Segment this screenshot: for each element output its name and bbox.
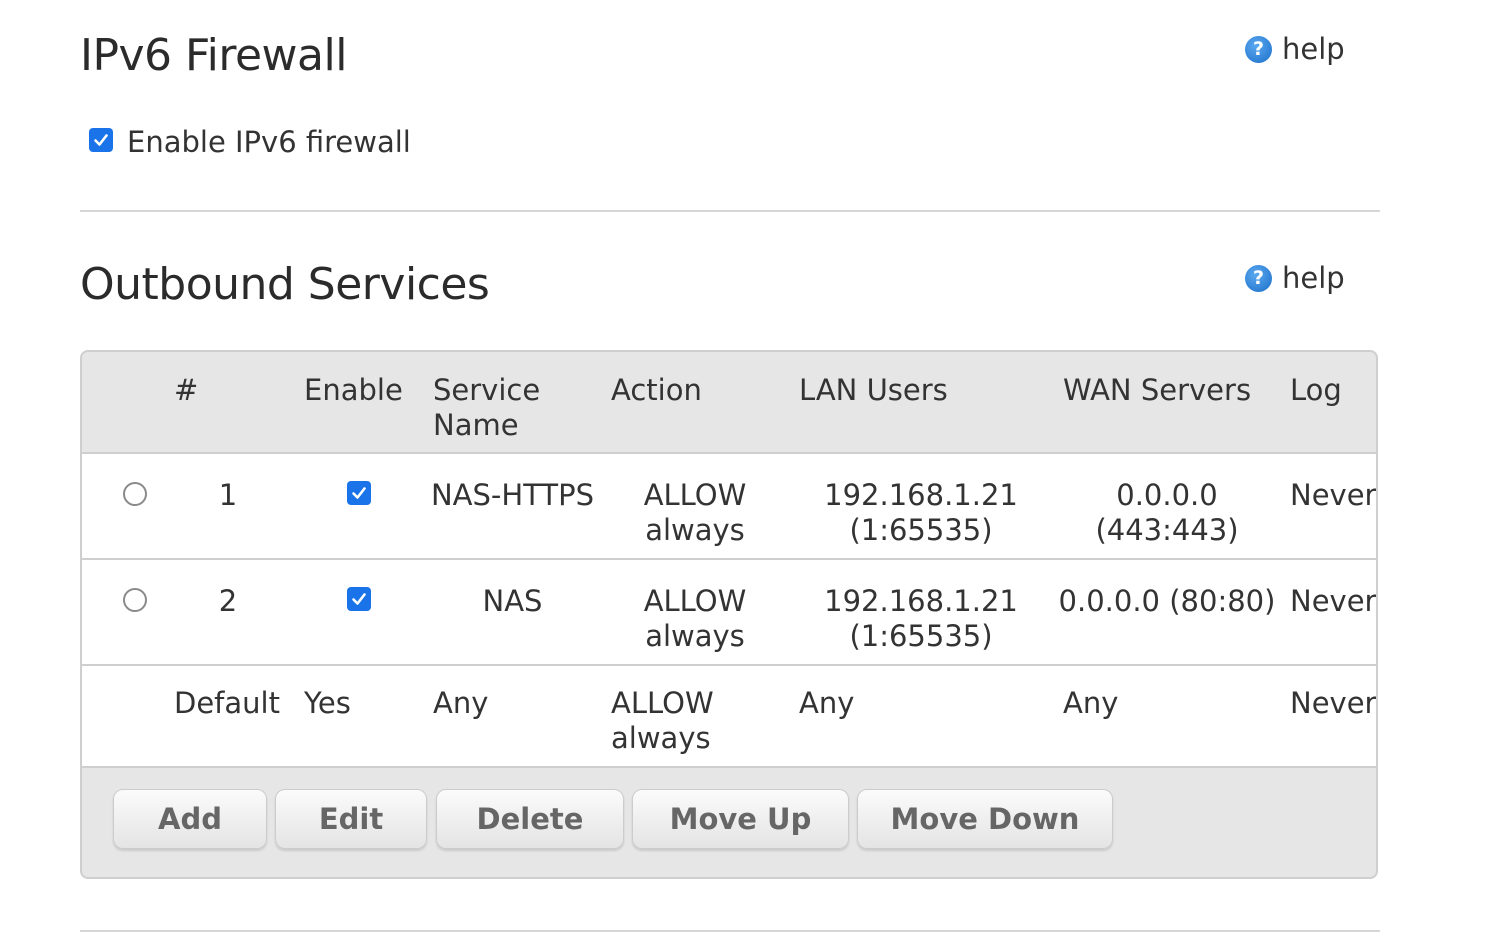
outbound-services-help-link[interactable]: ? help [1245,261,1345,295]
edit-button[interactable]: Edit [275,789,427,849]
outbound-services-title: Outbound Services [80,259,490,310]
checkmark-icon [352,593,366,605]
checkmark-icon [94,134,108,146]
default-row-label: Default [174,686,280,720]
default-row-enable: Yes [304,686,351,720]
row-log: Never [1290,478,1377,512]
row-enable-checkbox[interactable] [347,587,371,611]
row-enable-checkbox[interactable] [347,481,371,505]
col-header-enable: Enable [304,373,403,407]
row-service-name: NAS-HTTPS [430,478,595,512]
row-wan-servers: 0.0.0.0 (80:80) [1058,584,1276,618]
move-down-button[interactable]: Move Down [857,789,1113,849]
row-action: ALLOW always [643,584,747,653]
enable-ipv6-firewall-checkbox[interactable] [89,128,113,152]
help-circle-icon: ? [1245,35,1272,63]
section-divider [80,210,1380,212]
outbound-services-table: # Enable Service Name Action LAN Users W… [80,350,1378,879]
row-lan-users: 192.168.1.21 (1:65535) [824,584,1018,653]
row-log: Never [1290,584,1377,618]
move-up-button[interactable]: Move Up [632,789,849,849]
help-label: help [1282,261,1345,295]
add-button[interactable]: Add [113,789,267,849]
row-action: ALLOW always [643,478,747,547]
row-select-radio[interactable] [123,588,147,612]
col-header-action: Action [611,373,702,407]
col-header-number: # [174,373,199,407]
row-lan-users: 192.168.1.21 (1:65535) [824,478,1018,547]
default-row-action: ALLOW always [611,686,714,755]
table-row-default: Default Yes Any ALLOW always Any Any Nev… [82,666,1376,766]
enable-ipv6-firewall-label: Enable IPv6 firewall [127,125,411,159]
ipv6-firewall-help-link[interactable]: ? help [1245,32,1345,66]
table-row[interactable]: 1 NAS-HTTPS ALLOW always 192.168.1.21 (1… [82,454,1376,558]
section-divider [80,930,1380,932]
table-divider [82,766,1376,768]
row-select-radio[interactable] [123,482,147,506]
default-row-service: Any [433,686,489,720]
checkmark-icon [352,487,366,499]
default-row-wan: Any [1063,686,1119,720]
ipv6-firewall-title: IPv6 Firewall [80,30,347,81]
col-header-service-name: Service Name [433,373,541,442]
help-label: help [1282,32,1345,66]
table-row[interactable]: 2 NAS ALLOW always 192.168.1.21 (1:65535… [82,560,1376,664]
col-header-log: Log [1290,373,1342,407]
default-row-lan: Any [799,686,855,720]
col-header-lan-users: LAN Users [799,373,948,407]
default-row-log: Never [1290,686,1377,720]
row-number: 1 [218,478,238,512]
row-service-name: NAS [482,584,543,618]
row-number: 2 [218,584,238,618]
delete-button[interactable]: Delete [436,789,624,849]
row-wan-servers: 0.0.0.0 (443:443) [1095,478,1239,547]
help-circle-icon: ? [1245,264,1272,292]
col-header-wan-servers: WAN Servers [1063,373,1252,407]
